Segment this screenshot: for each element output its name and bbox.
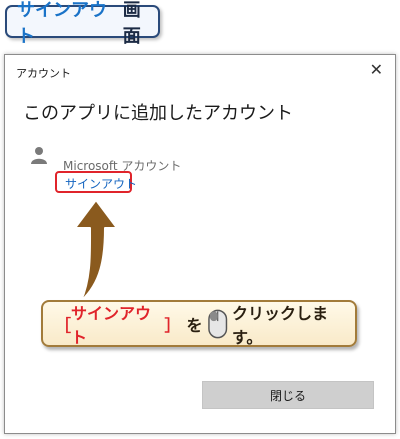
callout-target: サインアウト [71, 303, 152, 347]
account-dialog: アカウント ✕ このアプリに追加したアカウント Microsoft アカウント … [4, 54, 396, 434]
signout-link[interactable]: サインアウト [65, 175, 137, 192]
person-icon [31, 147, 47, 164]
up-arrow-icon [74, 199, 118, 302]
badge-text: 画面 [122, 0, 141, 47]
close-button[interactable]: 閉じる [202, 381, 374, 409]
callout-action: クリックします。 [231, 303, 328, 347]
signout-highlight-frame: サインアウト [55, 171, 137, 193]
instruction-callout: ［ サインアウト ］ を クリックします。 [41, 300, 357, 347]
callout-bracket-open: ［ [55, 315, 72, 335]
close-icon[interactable]: ✕ [370, 60, 383, 80]
dialog-heading: このアプリに追加したアカウント [23, 103, 293, 124]
mouse-icon [207, 309, 227, 338]
page-title-badge: サインアウト 画面 [5, 0, 160, 47]
callout-particle: を [186, 315, 203, 335]
badge-highlight-text: サインアウト [17, 0, 107, 47]
dialog-title: アカウント [16, 67, 71, 80]
callout-bracket-close: ］ [164, 315, 181, 335]
